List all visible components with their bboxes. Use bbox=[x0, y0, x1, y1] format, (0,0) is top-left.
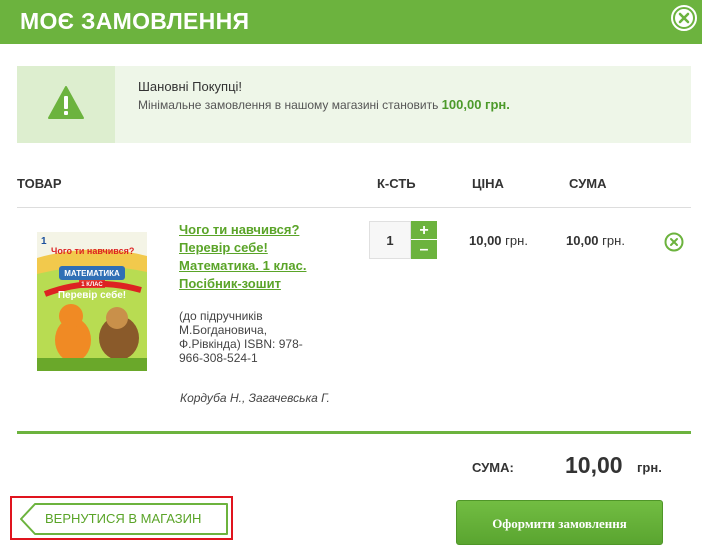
total-label: СУМА: bbox=[472, 460, 514, 475]
min-order-amount: 100,00 грн. bbox=[441, 97, 510, 112]
cover-check: Перевір себе! bbox=[58, 289, 126, 301]
modal-title: МОЄ ЗАМОВЛЕННЯ bbox=[20, 8, 250, 34]
cover-grade-number: 1 bbox=[41, 236, 47, 247]
back-to-shop-label: ВЕРНУТИСЯ В МАГАЗИН bbox=[45, 511, 202, 526]
column-header-price: ЦІНА bbox=[472, 176, 504, 191]
product-title-link[interactable]: Чого ти навчився? Перевір себе! Математи… bbox=[179, 221, 339, 293]
column-header-sum: СУМА bbox=[569, 176, 607, 191]
checkout-button[interactable]: Оформити замовлення bbox=[456, 500, 663, 545]
cover-grade: 1 КЛАС bbox=[81, 282, 103, 288]
quantity-plus-button[interactable]: + bbox=[411, 221, 437, 240]
cover-subject: МАТЕМАТИКА bbox=[64, 269, 120, 278]
total-value: 10,00 bbox=[565, 452, 623, 478]
quantity-input[interactable] bbox=[369, 221, 411, 259]
remove-circle-icon bbox=[664, 232, 684, 252]
column-header-product: ТОВАР bbox=[17, 176, 62, 191]
item-sum: 10,00 грн. bbox=[566, 233, 625, 248]
item-sum-value: 10,00 bbox=[566, 233, 599, 248]
back-to-shop-button[interactable]: ВЕРНУТИСЯ В МАГАЗИН bbox=[19, 503, 228, 535]
product-title-line: Посібник-зошит bbox=[179, 276, 281, 291]
item-price-value: 10,00 bbox=[469, 233, 502, 248]
cover-top-text: Чого ти навчився? bbox=[51, 246, 134, 256]
remove-item-button[interactable] bbox=[664, 232, 684, 252]
product-desc-line: 966-308-524-1 bbox=[179, 351, 258, 365]
notice-title: Шановні Покупці! bbox=[138, 79, 243, 94]
product-title-line: Чого ти навчився? bbox=[179, 222, 300, 237]
min-order-notice: Шановні Покупці! Мінімальне замовлення в… bbox=[17, 66, 691, 143]
item-price-currency: грн. bbox=[505, 233, 528, 248]
product-title-line: Перевір себе! bbox=[179, 240, 268, 255]
warning-triangle-icon bbox=[48, 86, 84, 119]
table-divider bbox=[17, 207, 691, 208]
product-desc-line: (до підручників bbox=[179, 309, 263, 323]
product-desc-line: М.Богдановича, bbox=[179, 323, 268, 337]
total-currency: грн. bbox=[637, 460, 662, 475]
close-modal-button[interactable] bbox=[671, 5, 697, 31]
product-title-line: Математика. 1 клас. bbox=[179, 258, 307, 273]
notice-icon-box bbox=[17, 66, 115, 143]
notice-text-body: Мінімальне замовлення в нашому магазині … bbox=[138, 98, 442, 112]
item-sum-currency: грн. bbox=[602, 233, 625, 248]
book-cover-illustration: 1 Чого ти навчився? МАТЕМАТИКА 1 КЛАС Пе… bbox=[37, 232, 147, 371]
back-button-highlight: ВЕРНУТИСЯ В МАГАЗИН bbox=[10, 496, 233, 540]
quantity-stepper: + – bbox=[369, 221, 437, 259]
product-description: (до підручників М.Богдановича, Ф.Рівкінд… bbox=[179, 309, 339, 365]
product-cover-image[interactable]: 1 Чого ти навчився? МАТЕМАТИКА 1 КЛАС Пе… bbox=[37, 232, 147, 371]
quantity-minus-button[interactable]: – bbox=[411, 240, 437, 259]
column-header-quantity: К-СТЬ bbox=[377, 176, 416, 191]
product-author: Кордуба Н., Загачевська Г. bbox=[180, 391, 330, 405]
total-divider bbox=[17, 431, 691, 434]
product-desc-line: Ф.Рівкінда) ISBN: 978- bbox=[179, 337, 303, 351]
item-price: 10,00 грн. bbox=[469, 233, 528, 248]
modal-header: МОЄ ЗАМОВЛЕННЯ bbox=[0, 0, 702, 44]
close-circle-icon bbox=[673, 7, 695, 29]
notice-text: Мінімальне замовлення в нашому магазині … bbox=[138, 97, 510, 112]
